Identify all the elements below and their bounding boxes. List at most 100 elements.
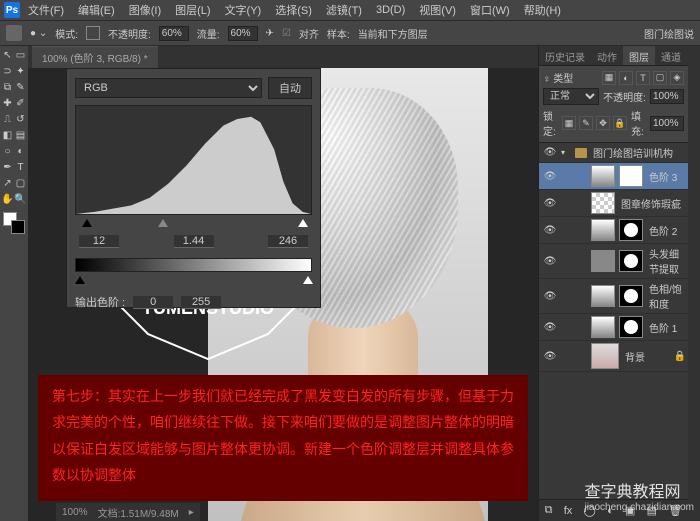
tab-history[interactable]: 历史记录 [539, 46, 591, 65]
crop-tool[interactable]: ⧉ [2, 80, 14, 94]
wand-tool[interactable]: ✦ [15, 64, 27, 78]
menu-layer[interactable]: 图层(L) [169, 0, 216, 20]
layer-name[interactable]: 色阶 1 [647, 320, 686, 335]
layer-thumb[interactable] [591, 250, 615, 272]
move-tool[interactable]: ↖ [2, 48, 14, 62]
mask-thumb[interactable] [619, 316, 643, 338]
mask-thumb[interactable] [619, 250, 643, 272]
expand-arrow-icon[interactable]: ▾ [561, 148, 571, 157]
menu-window[interactable]: 窗口(W) [464, 0, 516, 20]
blend-mode-select[interactable]: 正常 [543, 88, 599, 105]
layer-thumb[interactable] [591, 192, 615, 214]
menu-3d[interactable]: 3D(D) [370, 2, 411, 18]
opacity-input[interactable] [159, 26, 189, 41]
mask-thumb[interactable] [619, 285, 643, 307]
visibility-icon[interactable]: 👁 [543, 223, 557, 237]
filter-smart-icon[interactable]: ◈ [670, 71, 684, 85]
visibility-icon[interactable]: 👁 [543, 146, 557, 160]
adjustment-thumb[interactable] [591, 316, 615, 338]
filter-type-icon[interactable]: T [636, 71, 650, 85]
menu-select[interactable]: 选择(S) [269, 0, 318, 20]
layer-row[interactable]: 👁 色阶 3 [539, 163, 688, 190]
mask-thumb[interactable] [619, 219, 643, 241]
input-white[interactable] [268, 235, 308, 248]
sample-value[interactable]: 当前和下方图层 [358, 26, 428, 41]
lasso-tool[interactable]: ⊃ [2, 64, 14, 78]
link-layers-icon[interactable]: ⧉ [545, 504, 553, 517]
layer-opacity-input[interactable] [650, 89, 684, 104]
hand-tool[interactable]: ✋ [2, 192, 14, 206]
input-sliders[interactable] [75, 219, 312, 231]
visibility-icon[interactable]: 👁 [543, 289, 557, 303]
visibility-icon[interactable]: 👁 [543, 254, 557, 268]
layer-name[interactable]: 图章修饰瑕疵 [619, 196, 686, 211]
menu-help[interactable]: 帮助(H) [518, 0, 567, 20]
input-mid[interactable] [174, 235, 214, 248]
pen-tool[interactable]: ✒ [2, 160, 14, 174]
gradient-tool[interactable]: ▤ [15, 128, 27, 142]
layer-row[interactable]: 👁 头发细节提取 [539, 244, 688, 279]
layer-name[interactable]: 色阶 3 [647, 169, 686, 184]
layer-name[interactable]: 色阶 2 [647, 223, 686, 238]
channel-select[interactable]: RGB [75, 78, 262, 98]
filter-kind[interactable]: ♀ 类型 [543, 70, 573, 85]
blur-tool[interactable]: ○ [2, 144, 14, 158]
layer-row[interactable]: 👁 色阶 2 [539, 217, 688, 244]
adjustment-thumb[interactable] [591, 285, 615, 307]
document-tab[interactable]: 100% (色阶 3, RGB/8) * [32, 46, 158, 68]
path-tool[interactable]: ↗ [2, 176, 14, 190]
history-brush-tool[interactable]: ↺ [15, 112, 27, 126]
adjustment-thumb[interactable] [591, 219, 615, 241]
layer-name[interactable]: 头发细节提取 [647, 246, 686, 276]
bg-thumb[interactable] [591, 343, 619, 369]
panel-shortcut[interactable]: 图门绘图说 [644, 26, 694, 41]
collapsed-panels[interactable] [688, 46, 700, 521]
menu-type[interactable]: 文字(Y) [219, 0, 268, 20]
layer-row[interactable]: 👁 色阶 1 [539, 314, 688, 341]
fx-icon[interactable]: fx [564, 505, 573, 517]
layer-row[interactable]: 👁 图章修饰瑕疵 [539, 190, 688, 217]
fill-input[interactable] [650, 116, 684, 131]
lock-all-icon[interactable]: 🔒 [613, 116, 627, 130]
layer-row[interactable]: 👁 背景 🔒 [539, 341, 688, 372]
menu-file[interactable]: 文件(F) [22, 0, 70, 20]
menu-filter[interactable]: 滤镜(T) [320, 0, 368, 20]
type-tool[interactable]: T [15, 160, 27, 174]
lock-transparent-icon[interactable]: ▦ [562, 116, 576, 130]
input-black[interactable] [79, 235, 119, 248]
menu-edit[interactable]: 编辑(E) [72, 0, 121, 20]
layer-name[interactable]: 背景 [623, 349, 670, 364]
group-name[interactable]: 图门绘图培训机构 [591, 145, 686, 160]
marquee-tool[interactable]: ▭ [15, 48, 27, 62]
eyedropper-tool[interactable]: ✎ [15, 80, 27, 94]
auto-button[interactable]: 自动 [268, 77, 312, 99]
output-gradient[interactable] [75, 258, 312, 272]
visibility-icon[interactable]: 👁 [543, 349, 557, 363]
output-black[interactable] [133, 296, 173, 309]
menu-view[interactable]: 视图(V) [413, 0, 462, 20]
visibility-icon[interactable]: 👁 [543, 169, 557, 183]
lock-position-icon[interactable]: ✥ [596, 116, 610, 130]
menu-image[interactable]: 图像(I) [123, 0, 167, 20]
shape-tool[interactable]: ▢ [15, 176, 27, 190]
zoom-tool[interactable]: 🔍 [15, 192, 27, 206]
brush-tool[interactable]: ✐ [15, 96, 27, 110]
tab-layers[interactable]: 图层 [623, 46, 655, 65]
layer-name[interactable]: 色相/饱和度 [647, 281, 686, 311]
dodge-tool[interactable]: ◐ [15, 144, 27, 158]
filter-adj-icon[interactable]: ◐ [619, 71, 633, 85]
mode-select[interactable] [86, 26, 100, 40]
layer-row[interactable]: 👁 色相/饱和度 [539, 279, 688, 314]
output-white[interactable] [181, 296, 221, 309]
output-sliders[interactable] [75, 276, 312, 288]
airbrush-icon[interactable]: ✈ [266, 28, 274, 39]
zoom-value[interactable]: 100% [62, 507, 88, 518]
visibility-icon[interactable]: 👁 [543, 320, 557, 334]
filter-pixel-icon[interactable]: ▦ [602, 71, 616, 85]
tab-channels[interactable]: 通道 [655, 46, 687, 65]
filter-shape-icon[interactable]: ▢ [653, 71, 667, 85]
visibility-icon[interactable]: 👁 [543, 196, 557, 210]
tool-preset-icon[interactable] [6, 25, 22, 41]
mask-thumb[interactable] [619, 165, 643, 187]
lock-pixels-icon[interactable]: ✎ [579, 116, 593, 130]
